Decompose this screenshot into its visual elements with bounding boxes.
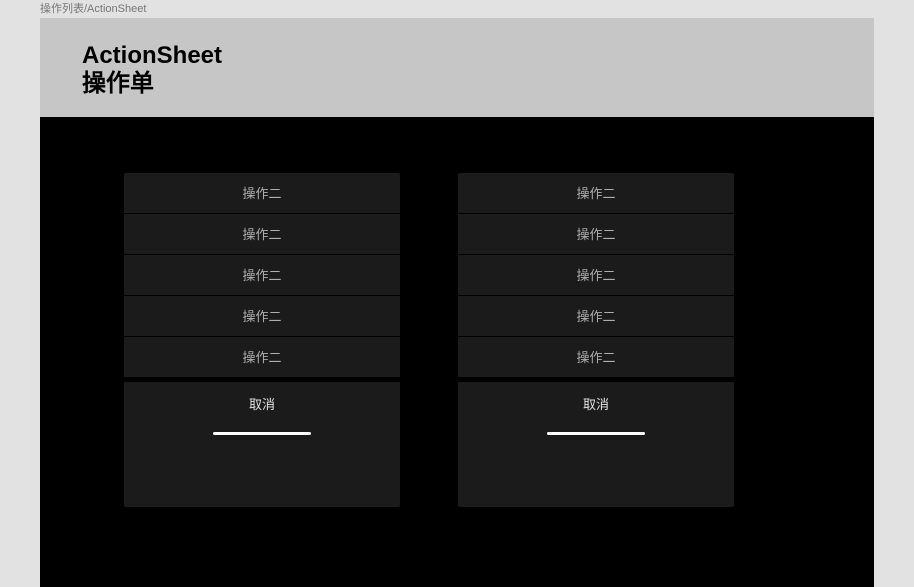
- page-header: ActionSheet 操作单: [40, 18, 874, 117]
- breadcrumb: 操作列表/ActionSheet: [0, 0, 914, 18]
- page-title: ActionSheet: [82, 42, 832, 70]
- content-area: 操作二 操作二 操作二 操作二 操作二 取消 操作二 操作二 操作二 操作二 操…: [40, 117, 874, 587]
- home-indicator-icon: [213, 432, 311, 435]
- action-sheet-item[interactable]: 操作二: [458, 337, 734, 378]
- action-sheet-item[interactable]: 操作二: [458, 173, 734, 214]
- action-sheet-item[interactable]: 操作二: [124, 173, 400, 214]
- action-sheet-item[interactable]: 操作二: [124, 337, 400, 378]
- home-indicator-area: [458, 428, 734, 450]
- action-sheet-item[interactable]: 操作二: [458, 255, 734, 296]
- action-sheet-item[interactable]: 操作二: [458, 296, 734, 337]
- action-sheet-item[interactable]: 操作二: [124, 214, 400, 255]
- cancel-button[interactable]: 取消: [458, 382, 734, 428]
- home-indicator-area: [124, 428, 400, 450]
- page-subtitle: 操作单: [82, 70, 832, 98]
- action-sheet: 操作二 操作二 操作二 操作二 操作二 取消: [458, 173, 734, 507]
- home-indicator-icon: [547, 432, 645, 435]
- action-sheet-item[interactable]: 操作二: [124, 255, 400, 296]
- action-sheet-item[interactable]: 操作二: [458, 214, 734, 255]
- cancel-button[interactable]: 取消: [124, 382, 400, 428]
- action-sheet-item[interactable]: 操作二: [124, 296, 400, 337]
- action-sheet: 操作二 操作二 操作二 操作二 操作二 取消: [124, 173, 400, 507]
